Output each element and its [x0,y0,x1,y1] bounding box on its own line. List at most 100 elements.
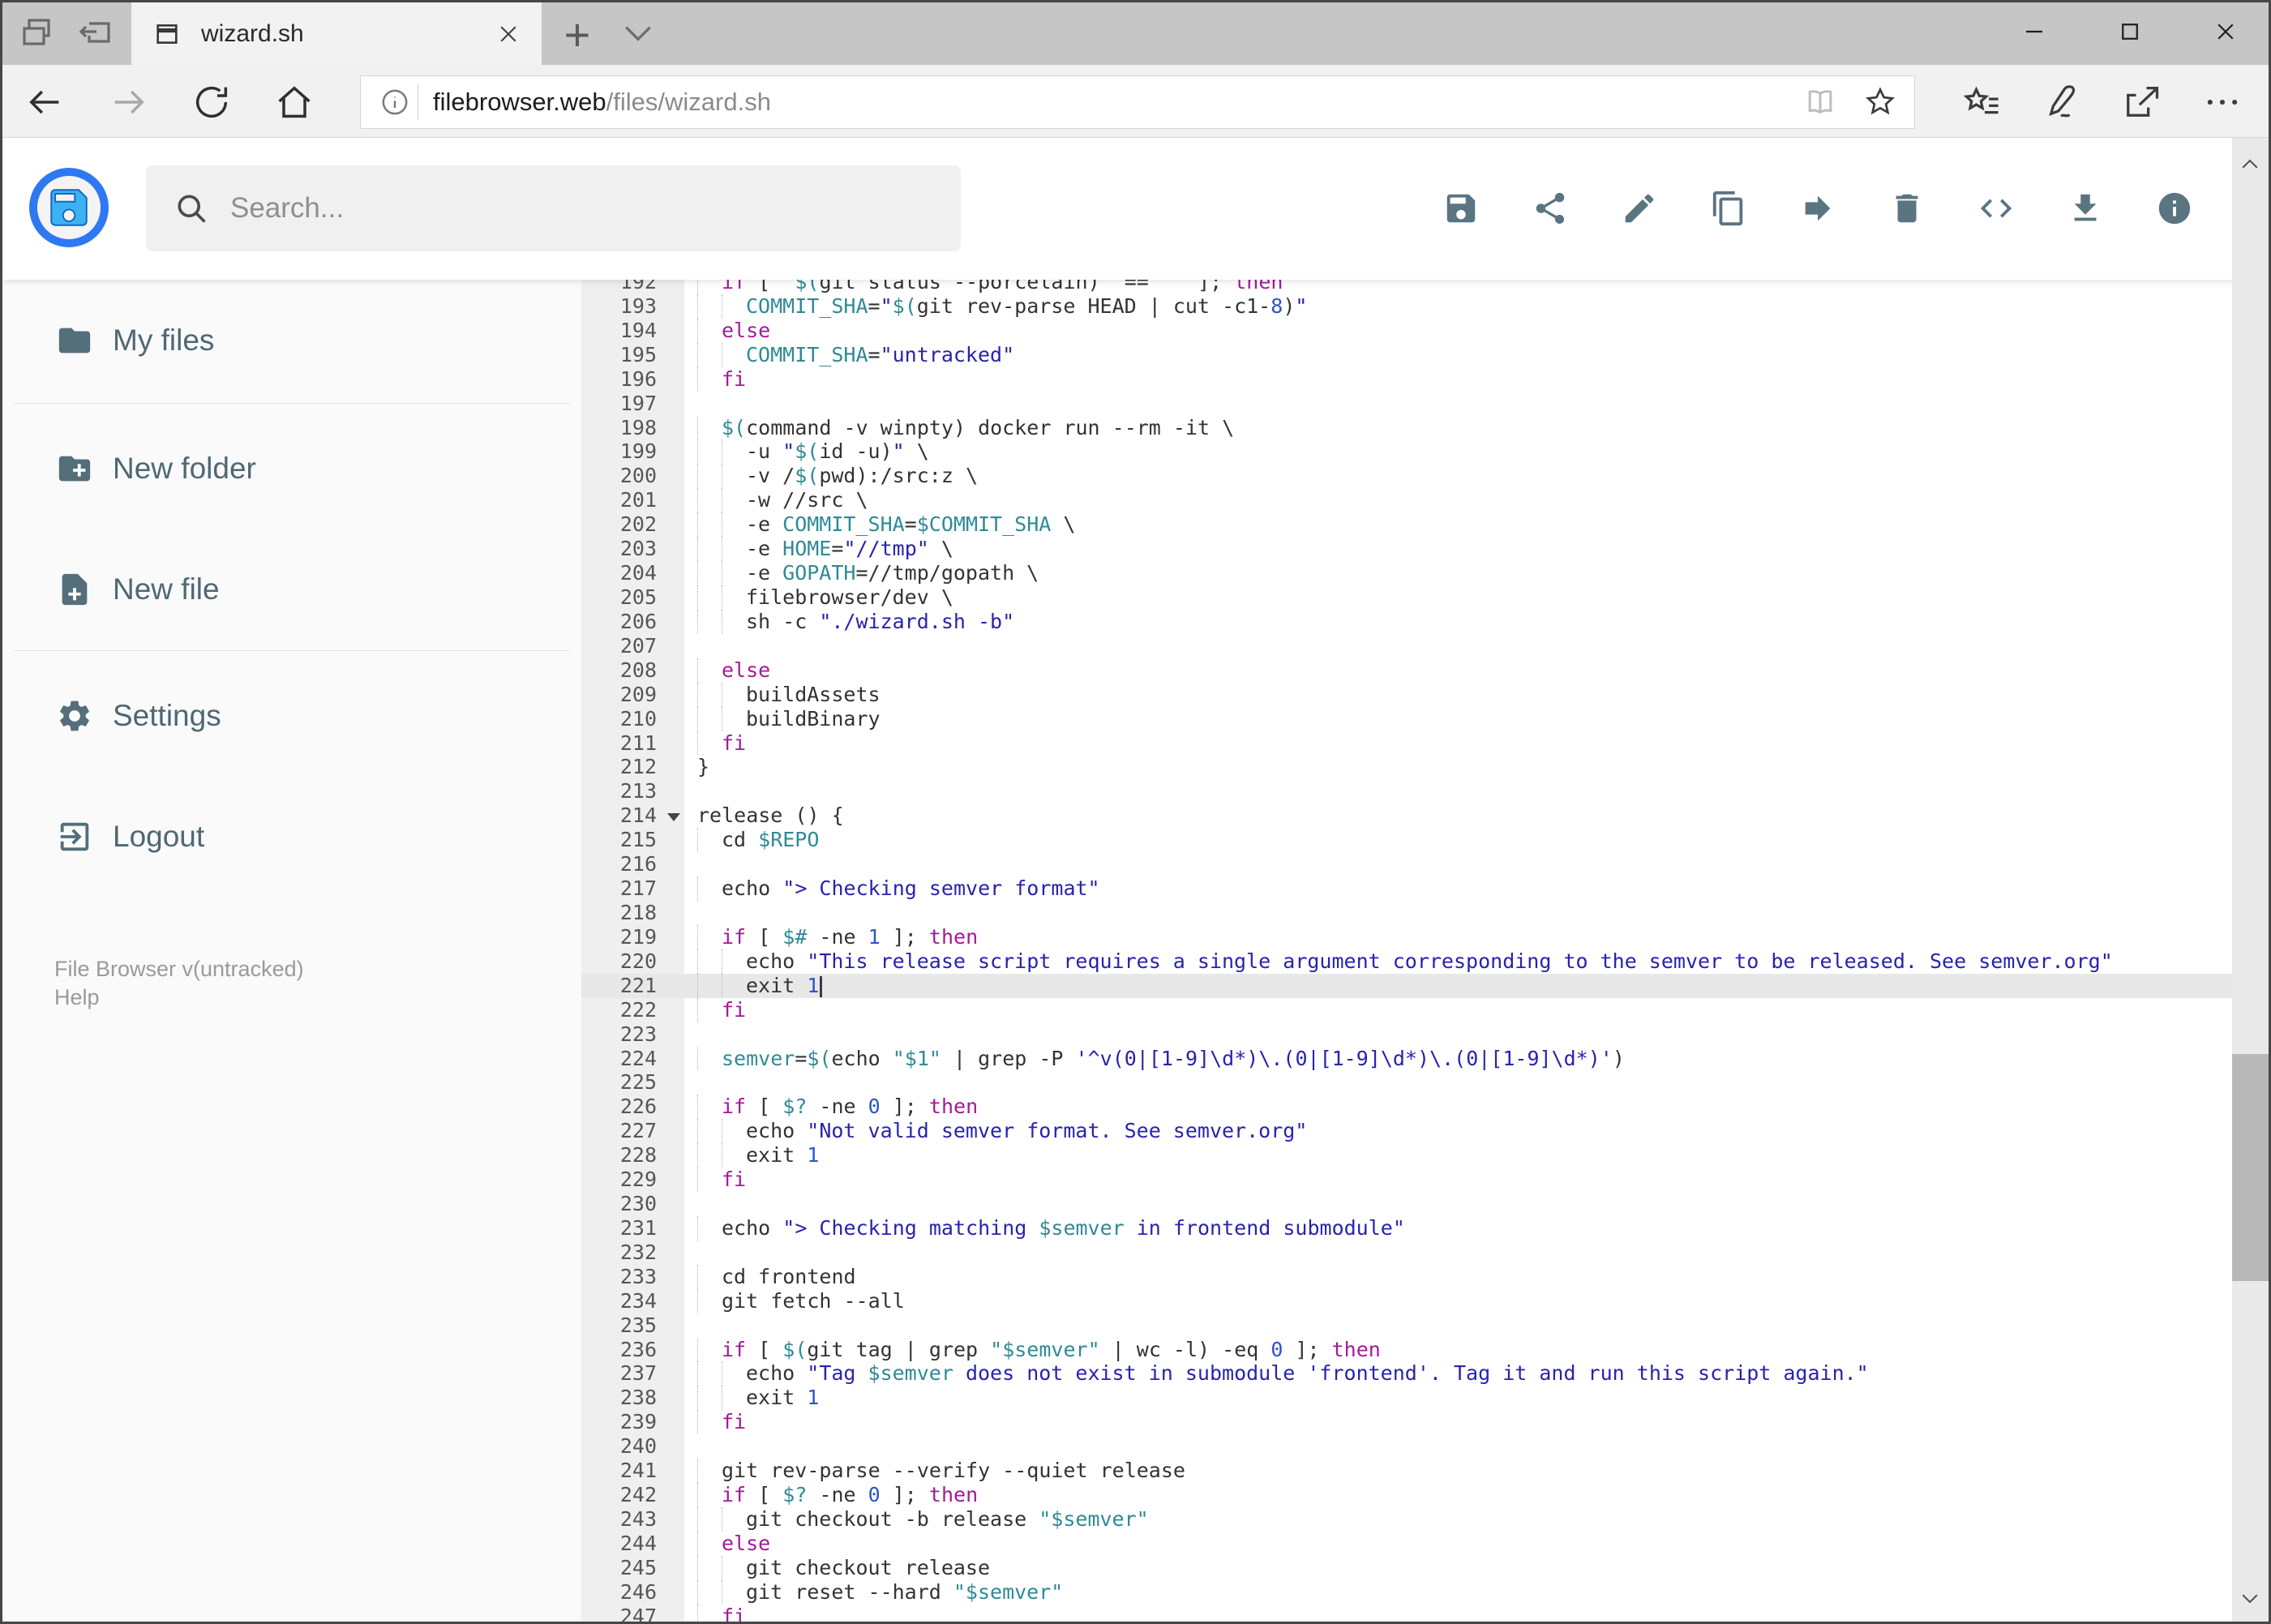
code-line-193[interactable]: 193 COMMIT_SHA="$(git rev-parse HEAD | cu… [581,294,2232,319]
code-line-211[interactable]: 211 fi [581,731,2232,756]
minimize-button[interactable] [2011,11,2058,52]
code-line-236[interactable]: 236 if [ $(git tag | grep "$semver" | wc … [581,1337,2232,1362]
favorites-hub-button[interactable] [1960,81,2003,123]
code-line-225[interactable]: 225 [581,1070,2232,1095]
code-line-227[interactable]: 227 echo "Not valid semver format. See se… [581,1119,2232,1144]
code-line-229[interactable]: 229 fi [581,1168,2232,1193]
code-line-242[interactable]: 242 if [ $? -ne 0 ]; then [581,1483,2232,1508]
code-line-206[interactable]: 206 sh -c "./wizard.sh -b" [581,609,2232,634]
code-line-195[interactable]: 195 COMMIT_SHA="untracked" [581,342,2232,367]
code-line-233[interactable]: 233 cd frontend [581,1264,2232,1289]
tab-list-dropdown-button[interactable] [620,21,661,60]
code-line-192[interactable]: 192 if [ "$(git status --porcelain)" == "… [581,280,2232,294]
sidebar-item-my-files[interactable]: My files [56,318,214,363]
code-line-209[interactable]: 209 buildAssets [581,682,2232,707]
code-line-205[interactable]: 205 filebrowser/dev \ [581,585,2232,610]
code-line-218[interactable]: 218 [581,900,2232,925]
search-box[interactable] [146,165,961,251]
code-line-215[interactable]: 215 cd $REPO [581,828,2232,853]
code-line-221[interactable]: 221 exit 1 [581,973,2232,998]
info-button[interactable] [2156,190,2193,227]
scrollbar-thumb[interactable] [2232,1054,2269,1281]
code-line-214[interactable]: 214 release () { [581,803,2232,829]
back-button[interactable] [24,81,66,123]
site-info-icon[interactable] [379,86,411,118]
code-line-203[interactable]: 203 -e HOME="//tmp" \ [581,537,2232,562]
maximize-button[interactable] [2106,11,2153,52]
code-line-244[interactable]: 244 else [581,1531,2232,1556]
more-options-button[interactable] [2201,81,2243,123]
address-bar[interactable]: filebrowser.web/files/wizard.sh [360,75,1915,129]
code-line-213[interactable]: 213 [581,779,2232,804]
code-line-246[interactable]: 246 git reset --hard "$semver" [581,1579,2232,1605]
code-line-230[interactable]: 230 [581,1192,2232,1216]
download-button[interactable] [2067,190,2104,227]
code-line-235[interactable]: 235 [581,1313,2232,1338]
search-input[interactable] [230,192,879,225]
scrollbar-down-button[interactable] [2238,1586,2262,1610]
close-tab-icon[interactable] [496,22,521,46]
sidebar-item-new-file[interactable]: New file [56,567,220,612]
set-tabs-aside-button[interactable] [75,13,115,52]
url-text[interactable]: filebrowser.web/files/wizard.sh [433,88,771,117]
page-scrollbar[interactable] [2232,138,2269,1622]
code-line-243[interactable]: 243 git checkout -b release "$semver" [581,1507,2232,1532]
help-link[interactable]: Help [54,985,100,1010]
edit-button[interactable] [1621,190,1658,227]
code-line-217[interactable]: 217 echo "> Checking semver format" [581,876,2232,901]
code-line-208[interactable]: 208 else [581,658,2232,683]
refresh-button[interactable] [191,81,233,123]
code-line-199[interactable]: 199 -u "$(id -u)" \ [581,439,2232,465]
sidebar-item-settings[interactable]: Settings [56,693,221,739]
code-line-219[interactable]: 219 if [ $# -ne 1 ]; then [581,924,2232,949]
favorite-star-icon[interactable] [1862,84,1898,120]
code-line-210[interactable]: 210 buildBinary [581,706,2232,731]
code-line-201[interactable]: 201 -w //src \ [581,488,2232,513]
code-line-204[interactable]: 204 -e GOPATH=//tmp/gopath \ [581,561,2232,585]
code-line-223[interactable]: 223 [581,1022,2232,1047]
code-line-197[interactable]: 197 [581,391,2232,416]
save-button[interactable] [1442,190,1480,227]
new-tab-button[interactable]: + [553,8,602,61]
code-line-216[interactable]: 216 [581,852,2232,877]
tab-preview-button[interactable] [16,13,57,52]
code-line-222[interactable]: 222 fi [581,997,2232,1022]
copy-button[interactable] [1710,190,1747,227]
sidebar-item-logout[interactable]: Logout [56,814,204,859]
reading-view-icon[interactable] [1802,84,1838,120]
close-window-button[interactable] [2202,11,2249,52]
home-button[interactable] [273,81,315,123]
code-line-232[interactable]: 232 [581,1240,2232,1265]
filebrowser-logo[interactable] [29,168,109,247]
code-line-207[interactable]: 207 [581,633,2232,658]
code-line-231[interactable]: 231 echo "> Checking matching $semver in … [581,1215,2232,1240]
code-line-194[interactable]: 194 else [581,318,2232,343]
delete-button[interactable] [1888,190,1926,227]
code-line-238[interactable]: 238 exit 1 [581,1386,2232,1411]
sidebar-item-new-folder[interactable]: New folder [56,446,256,491]
code-line-198[interactable]: 198 $(command -v winpty) docker run --rm … [581,415,2232,440]
code-line-202[interactable]: 202 -e COMMIT_SHA=$COMMIT_SHA \ [581,512,2232,538]
code-line-245[interactable]: 245 git checkout release [581,1555,2232,1580]
code-line-200[interactable]: 200 -v /$(pwd):/src:z \ [581,464,2232,489]
code-line-234[interactable]: 234 git fetch --all [581,1288,2232,1313]
code-line-247[interactable]: 247 fi [581,1604,2232,1622]
move-button[interactable] [1799,190,1836,227]
code-line-240[interactable]: 240 [581,1434,2232,1459]
code-line-241[interactable]: 241 git rev-parse --verify --quiet releas… [581,1459,2232,1484]
code-line-224[interactable]: 224 semver=$(echo "$1" | grep -P '^v(0|[1… [581,1046,2232,1071]
forward-button[interactable] [108,81,150,123]
active-tab[interactable]: wizard.sh [131,2,542,65]
code-line-212[interactable]: 212} [581,755,2232,780]
share-page-button[interactable] [2120,81,2162,123]
code-line-226[interactable]: 226 if [ $? -ne 0 ]; then [581,1095,2232,1120]
code-line-228[interactable]: 228 exit 1 [581,1143,2232,1168]
fold-marker-icon[interactable] [667,813,680,822]
code-line-237[interactable]: 237 echo "Tag $semver does not exist in s… [581,1361,2232,1386]
code-view-button[interactable] [1977,190,2015,227]
code-line-220[interactable]: 220 echo "This release script requires a … [581,949,2232,974]
code-editor[interactable]: 192 if [ "$(git status --porcelain)" == "… [581,280,2232,1622]
share-button[interactable] [1532,190,1569,227]
code-line-196[interactable]: 196 fi [581,366,2232,392]
scrollbar-up-button[interactable] [2238,152,2262,177]
